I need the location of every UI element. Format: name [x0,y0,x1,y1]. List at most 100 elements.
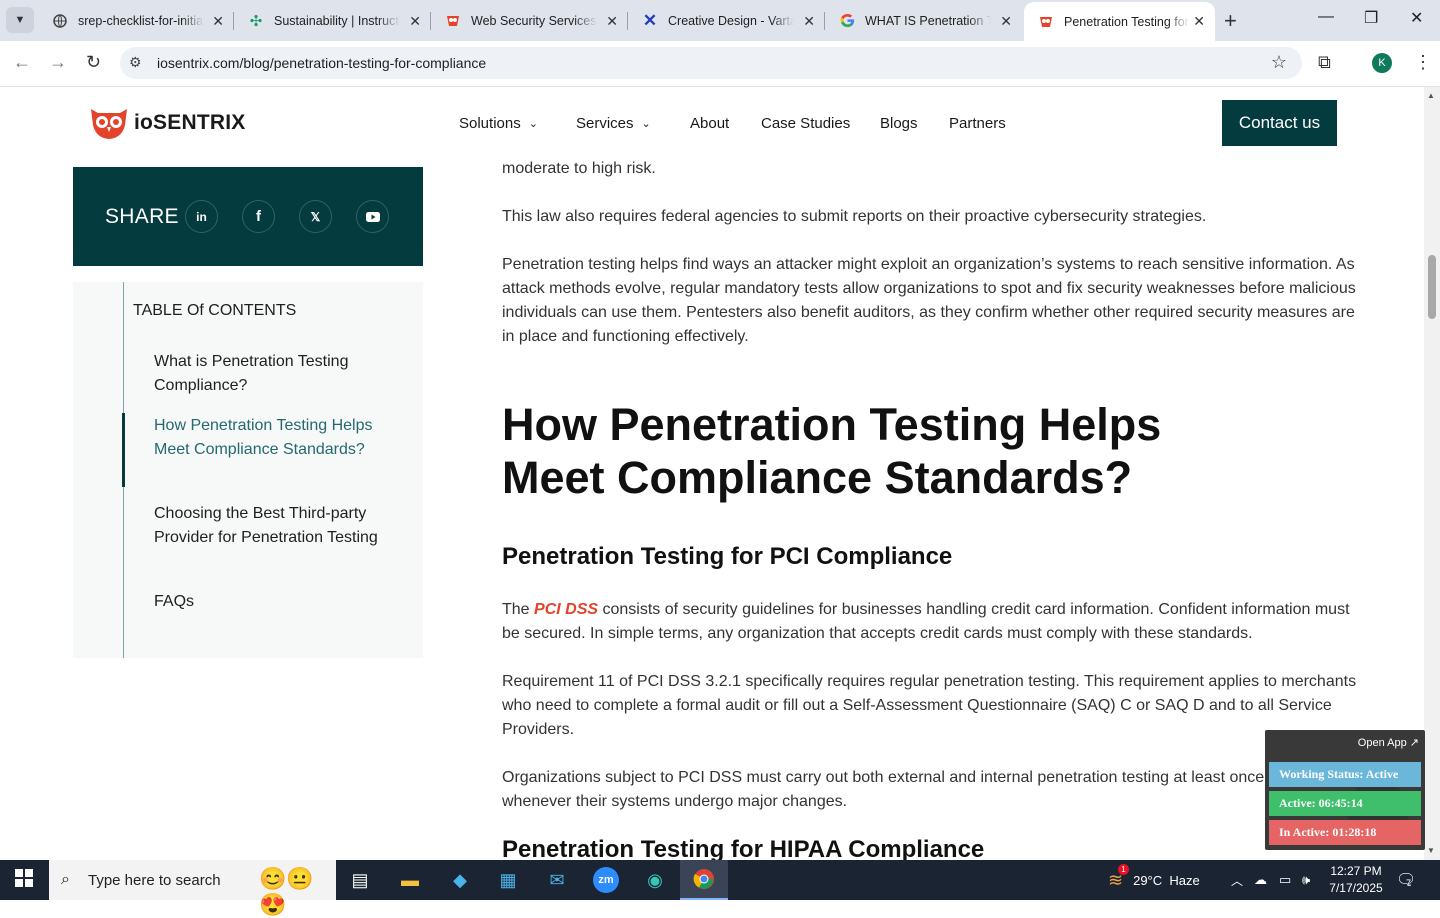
paragraph: The PCI DSS consists of security guideli… [502,601,1350,642]
paragraph: This law also requires federal agencies … [502,208,1207,225]
sparkle-icon: ✣ [249,12,263,30]
web-page: ioSENTRIX Solutions ⌄ Services ⌄ About C… [0,87,1440,860]
scroll-down-icon[interactable]: ▼ [1427,846,1435,855]
scroll-up-icon[interactable]: ▲ [1427,91,1435,100]
bookmark-star-icon[interactable]: ☆ [1271,52,1287,73]
nav-services[interactable]: Services ⌄ [576,115,651,132]
mail-icon[interactable]: ✉ [533,860,581,900]
browser-tab-active[interactable]: Penetration Testing for ( ✕ [1024,2,1215,41]
browser-tab[interactable]: ✕ Creative Design - Vartar ✕ [628,0,825,41]
browser-tab[interactable]: WHAT IS Penetration Te ✕ [825,0,1022,41]
minimize-icon[interactable]: — [1318,8,1334,26]
time-tracker-widget: Open App ↗ Working Status: Active Active… [1265,730,1425,850]
notification-center-icon[interactable]: 🗨 7 [1396,870,1416,890]
subsection-heading-pci: Penetration Testing for PCI Compliance [502,543,953,570]
active-time: Active: 06:45:14 [1269,791,1421,816]
iosentrix-icon [1038,14,1054,30]
chrome-icon[interactable] [680,860,728,900]
chevron-down-icon: ⌄ [528,118,538,130]
zoom-icon[interactable]: zm [582,860,630,900]
new-tab-icon[interactable]: + [1224,8,1237,34]
task-view-icon[interactable]: ▤ [336,860,384,900]
toc-item[interactable]: Choosing the Best Third-party Provider f… [154,502,384,550]
close-tab-icon[interactable]: ✕ [212,13,224,30]
nav-partners[interactable]: Partners [949,115,1006,132]
iosentrix-icon [445,13,461,29]
extensions-icon[interactable]: ⧉ [1318,52,1331,73]
chevron-down-icon: ▼ [14,14,26,26]
windows-taskbar: ⌕ Type here to search 😊😐😍 ▤ ▬ ◆ ▦ ✉ zm ◉… [0,860,1440,917]
toc-item[interactable]: What is Penetration Testing Compliance? [154,350,384,398]
store-icon[interactable]: ▦ [484,860,532,900]
share-label: SHARE [105,205,179,228]
close-tab-icon[interactable]: ✕ [803,13,815,30]
toc-title: TABLE Of CONTENTS [133,302,297,319]
facebook-icon[interactable]: f [242,200,275,233]
edge-icon[interactable]: ◉ [631,860,679,900]
nav-about[interactable]: About [690,115,729,132]
paragraph: Organizations subject to PCI DSS must ca… [502,769,1332,810]
file-explorer-icon[interactable]: ▬ [386,860,434,900]
owl-logo-icon [88,105,130,141]
tab-strip: ▼ srep-checklist-for-initia ✕ ✣ Sustaina… [0,0,1440,41]
youtube-icon[interactable] [356,200,389,233]
system-clock[interactable]: 12:27 PM 7/17/2025 [1326,863,1386,897]
profile-avatar[interactable]: K [1372,53,1392,73]
reload-icon[interactable]: ↻ [86,52,101,73]
scroll-thumb[interactable] [1428,255,1436,319]
share-box: SHARE in f 𝕏 [73,167,423,266]
pci-dss-link[interactable]: PCI DSS [534,601,598,618]
weather-widget[interactable]: ≋ 1 29°C Haze [1108,860,1200,900]
toc-item[interactable]: FAQs [154,590,384,614]
globe-icon [52,13,68,29]
nav-solutions[interactable]: Solutions ⌄ [459,115,538,132]
site-info-icon[interactable]: ⚙ [129,54,142,71]
volume-icon[interactable]: 🕪 [1302,860,1310,900]
linkedin-icon[interactable]: in [185,200,218,233]
chevron-down-icon: ⌄ [641,118,651,130]
app-diamond-icon[interactable]: ◆ [436,860,484,900]
cloud-drive-icon[interactable]: ☁ [1254,860,1267,900]
section-heading: How Penetration Testing Helps Meet Compl… [502,399,1162,503]
network-icon[interactable]: ▭ [1279,860,1291,900]
restore-icon[interactable]: ❐ [1364,8,1378,28]
site-header: ioSENTRIX Solutions ⌄ Services ⌄ About C… [0,87,1424,159]
subsection-heading-hipaa: Penetration Testing for HIPAA Compliance [502,836,985,860]
browser-tab[interactable]: Web Security Services | ✕ [431,0,628,41]
nav-case-studies[interactable]: Case Studies [761,115,850,132]
x-icon[interactable]: 𝕏 [299,200,332,233]
search-icon: ⌕ [61,871,70,888]
paragraph: Requirement 11 of PCI DSS 3.2.1 specific… [502,673,1357,738]
back-icon[interactable]: ← [13,52,31,73]
close-tab-icon[interactable]: ✕ [1000,13,1012,30]
toc-item-active[interactable]: How Penetration Testing Helps Meet Compl… [154,414,384,462]
start-button[interactable] [0,860,48,900]
nav-blogs[interactable]: Blogs [880,115,918,132]
working-status: Working Status: Active [1269,762,1421,787]
paragraph: moderate to high risk. [502,160,656,177]
table-of-contents: TABLE Of CONTENTS What is Penetration Te… [73,282,423,658]
open-app-link[interactable]: Open App ↗ [1358,736,1419,749]
page-scrollbar[interactable]: ▲ ▼ [1424,87,1440,860]
contact-us-button[interactable]: Contact us [1222,100,1337,146]
logo-text: ioSENTRIX [134,111,246,134]
browser-tab[interactable]: srep-checklist-for-initia ✕ [38,0,234,41]
url-text[interactable]: iosentrix.com/blog/penetration-testing-f… [157,55,486,71]
weather-haze-icon: ≋ 1 [1108,863,1129,891]
site-logo[interactable]: ioSENTRIX [88,105,245,141]
tray-overflow-icon[interactable]: ︿ [1231,860,1243,900]
browser-tab[interactable]: ✣ Sustainability | Instructio ✕ [234,0,431,41]
close-tab-icon[interactable]: ✕ [409,13,421,30]
x-brand-icon: ✕ [642,10,658,30]
close-tab-icon[interactable]: ✕ [1193,13,1205,30]
address-bar[interactable]: ⚙ iosentrix.com/blog/penetration-testing… [120,47,1302,79]
tab-search-button[interactable]: ▼ [6,7,34,33]
browser-toolbar: ← → ↻ ⚙ iosentrix.com/blog/penetration-t… [0,41,1440,87]
emoji-decoration-icon: 😊😐😍 [259,866,314,917]
taskbar-search[interactable]: ⌕ Type here to search 😊😐😍 [49,860,336,917]
forward-icon[interactable]: → [49,52,67,73]
close-tab-icon[interactable]: ✕ [606,13,618,30]
close-window-icon[interactable]: ✕ [1410,8,1423,28]
windows-logo-icon [15,868,33,892]
browser-menu-icon[interactable]: ⋮ [1414,52,1432,73]
